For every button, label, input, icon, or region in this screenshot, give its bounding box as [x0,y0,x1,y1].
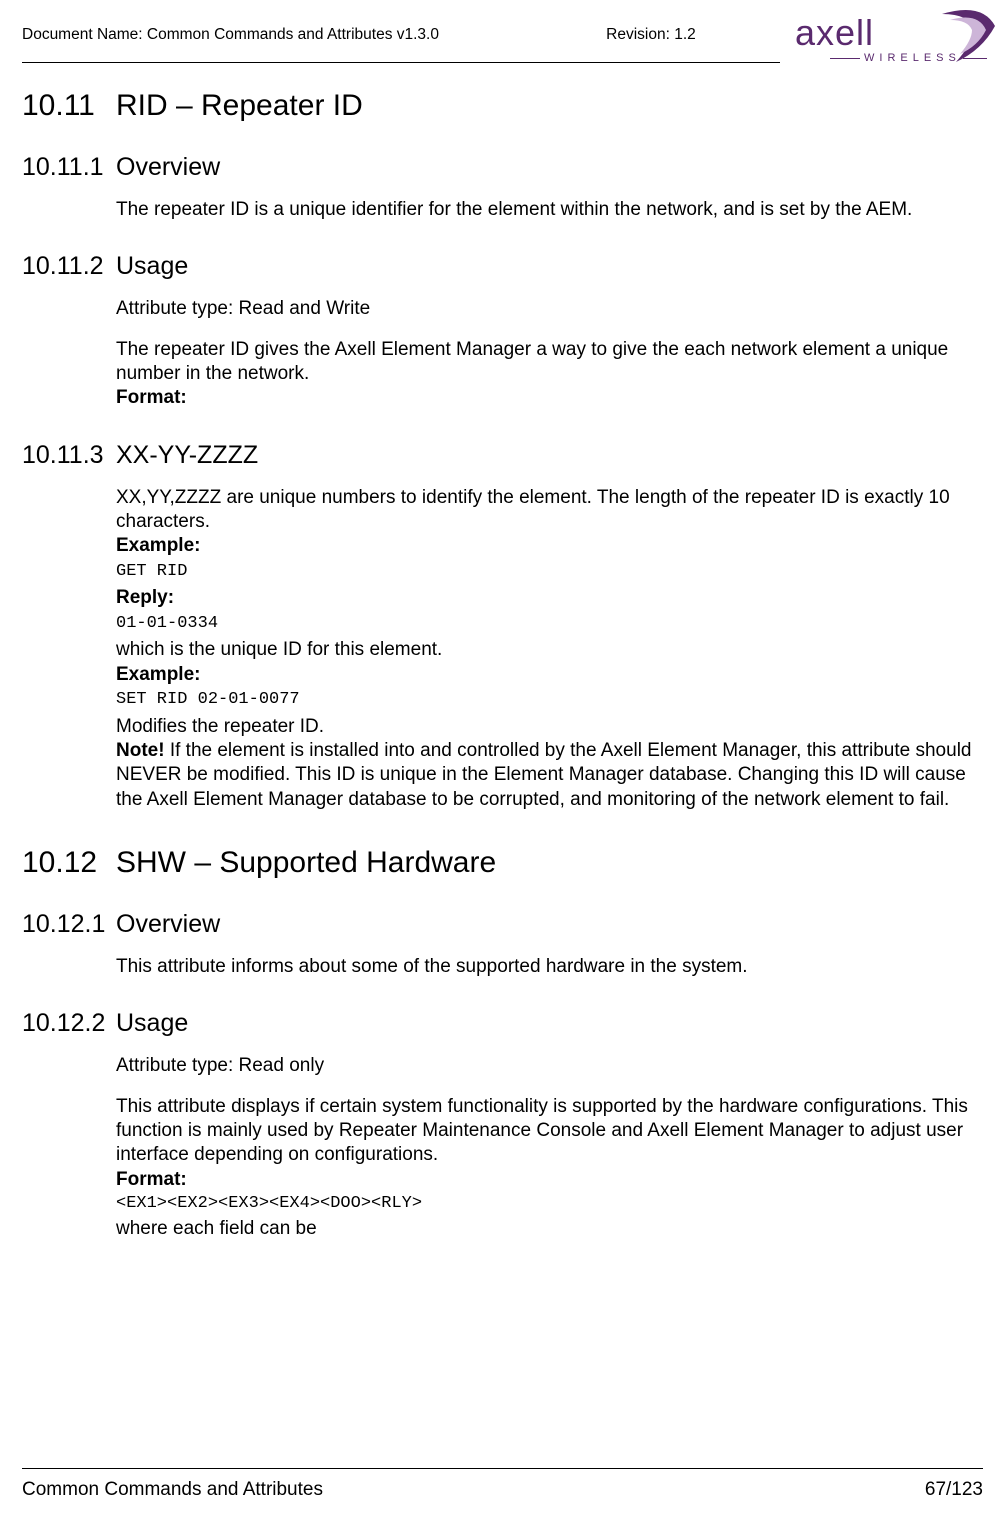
subsection-number: 10.12.2 [22,1009,116,1038]
revision-block: Revision: 1.2 [606,26,696,44]
footer-rule [22,1468,983,1469]
format-label: Format: [116,1168,975,1192]
subsection-heading-10-12-2: 10.12.2 Usage [22,1009,983,1038]
subsection-heading-10-11-3: 10.11.3 XX-YY-ZZZZ [22,441,983,470]
code-command: GET RID [116,561,975,583]
paragraph: Modifies the repeater ID. [116,715,975,739]
revision-label: Revision: [606,26,674,43]
header-rule [22,62,780,63]
doc-name-label: Document Name: [22,26,147,43]
subsection-number: 10.12.1 [22,910,116,939]
subsection-title: Overview [116,153,220,182]
doc-name-value: Common Commands and Attributes v1.3.0 [147,26,439,43]
paragraph: The repeater ID is a unique identifier f… [116,198,975,222]
section-number: 10.11 [22,89,116,123]
format-label: Format: [116,386,975,410]
section-title: SHW – Supported Hardware [116,846,496,880]
doc-name-block: Document Name: Common Commands and Attri… [22,26,439,44]
paragraph: This attribute informs about some of the… [116,955,975,979]
paragraph: Attribute type: Read and Write [116,297,975,321]
note-label: Note! [116,740,165,761]
logo-swoosh-icon [932,8,998,66]
page-footer: Common Commands and Attributes 67/123 [22,1468,983,1501]
example-label: Example: [116,663,975,687]
note-paragraph: Note! If the element is installed into a… [116,739,975,812]
subsection-heading-10-11-2: 10.11.2 Usage [22,252,983,281]
subsection-heading-10-12-1: 10.12.1 Overview [22,910,983,939]
document-page: Document Name: Common Commands and Attri… [0,0,1005,1517]
section-title: RID – Repeater ID [116,89,363,123]
note-body: If the element is installed into and con… [116,740,971,810]
subsection-title: Overview [116,910,220,939]
code-command: SET RID 02-01-0077 [116,689,975,711]
subsection-title: XX-YY-ZZZZ [116,441,258,470]
subsection-title: Usage [116,252,188,281]
paragraph: where each field can be [116,1217,975,1241]
code-output: 01-01-0334 [116,613,975,635]
subsection-number: 10.11.3 [22,441,116,470]
subsection-heading-10-11-1: 10.11.1 Overview [22,153,983,182]
subsection-title: Usage [116,1009,188,1038]
subsection-number: 10.11.2 [22,252,116,281]
example-label: Example: [116,534,975,558]
section-number: 10.12 [22,846,116,880]
paragraph: XX,YY,ZZZZ are unique numbers to identif… [116,486,975,535]
paragraph: Attribute type: Read only [116,1054,975,1078]
paragraph: which is the unique ID for this element. [116,638,975,662]
code-format: <EX1><EX2><EX3><EX4><DOO><RLY> [116,1194,975,1213]
section-heading-10-12: 10.12 SHW – Supported Hardware [22,846,983,880]
brand-logo: axell WIRELESS [795,6,1005,76]
footer-page-number: 67/123 [925,1479,983,1501]
logo-brand-text: axell [795,12,874,54]
paragraph: This attribute displays if certain syste… [116,1095,975,1168]
paragraph: The repeater ID gives the Axell Element … [116,338,975,387]
revision-value: 1.2 [674,26,696,43]
subsection-number: 10.11.1 [22,153,116,182]
section-heading-10-11: 10.11 RID – Repeater ID [22,89,983,123]
reply-label: Reply: [116,586,975,610]
footer-title: Common Commands and Attributes [22,1479,323,1501]
